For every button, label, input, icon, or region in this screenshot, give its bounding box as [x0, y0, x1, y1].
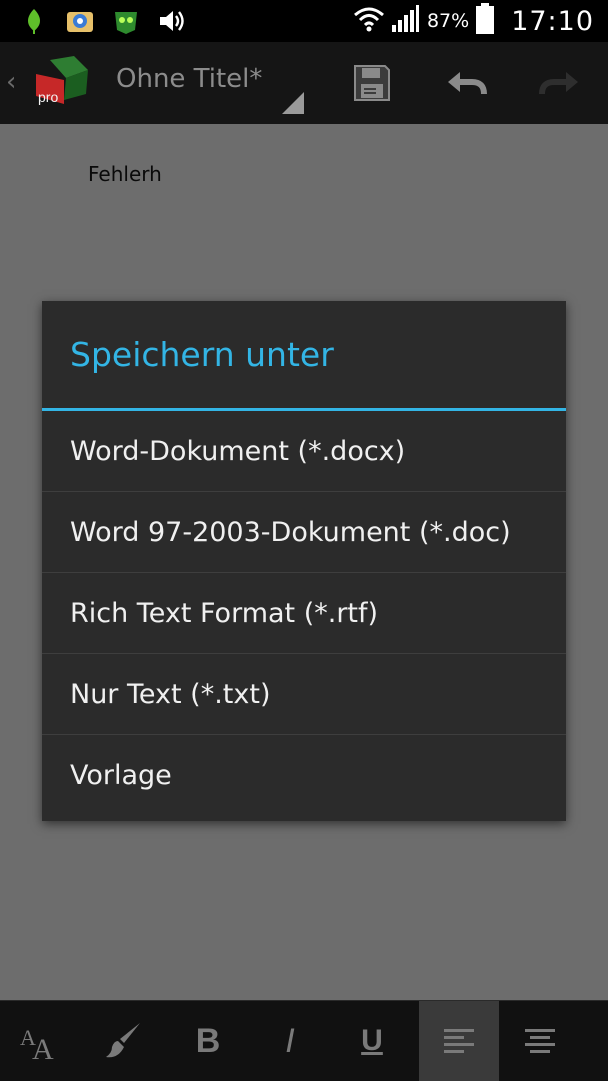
formatting-toolbar: A A B I U [0, 1000, 608, 1081]
volume-icon [156, 5, 188, 37]
title-dropdown-icon[interactable] [282, 92, 304, 114]
underline-button[interactable]: U [332, 1001, 412, 1081]
document-text: Fehlerh [88, 162, 162, 186]
back-chevron-icon[interactable]: ‹ [6, 67, 16, 97]
bold-icon: B [195, 1021, 221, 1060]
paint-brush-icon [106, 1023, 140, 1058]
undo-button[interactable] [438, 56, 494, 110]
underline-icon: U [361, 1024, 383, 1057]
undo-icon [448, 72, 487, 95]
logo-badge: pro [38, 89, 58, 105]
clock: 17:10 [511, 5, 594, 37]
document-title[interactable]: Ohne Titel* [116, 64, 262, 94]
photo-app-icon [64, 5, 96, 37]
redo-icon [539, 72, 578, 95]
dialog-title: Speichern unter [70, 335, 334, 374]
italic-button[interactable]: I [250, 1001, 330, 1081]
battery-percent: 87% [426, 10, 470, 32]
game-app-icon [110, 5, 142, 37]
font-size-button[interactable]: A A [0, 1001, 80, 1081]
action-bar: ‹ pro Ohne Titel* [0, 42, 608, 124]
leaf-icon [18, 5, 50, 37]
format-option-template[interactable]: Vorlage [42, 735, 566, 816]
save-as-dialog: Speichern unter Word-Dokument (*.docx) W… [42, 301, 566, 821]
format-option-txt[interactable]: Nur Text (*.txt) [42, 654, 566, 735]
italic-icon: I [285, 1021, 295, 1060]
format-option-doc[interactable]: Word 97-2003-Dokument (*.doc) [42, 492, 566, 573]
align-left-button[interactable] [419, 1001, 499, 1081]
redo-button[interactable] [532, 56, 588, 110]
format-painter-button[interactable] [84, 1001, 164, 1081]
format-option-docx[interactable]: Word-Dokument (*.docx) [42, 411, 566, 492]
font-size-icon: A A [20, 1025, 54, 1061]
align-center-icon [525, 1029, 555, 1053]
svg-text:A: A [32, 1033, 54, 1061]
wifi-icon [353, 4, 385, 38]
align-center-button[interactable] [500, 1001, 580, 1081]
save-button[interactable] [344, 56, 400, 110]
align-left-icon [444, 1029, 474, 1053]
app-logo[interactable]: pro [30, 52, 92, 114]
save-icon [354, 65, 390, 101]
battery-icon [475, 3, 495, 39]
format-option-rtf[interactable]: Rich Text Format (*.rtf) [42, 573, 566, 654]
format-list: Word-Dokument (*.docx) Word 97-2003-Doku… [42, 411, 566, 816]
bold-button[interactable]: B [168, 1001, 248, 1081]
signal-icon [391, 5, 419, 37]
status-bar: 87% 17:10 [0, 0, 608, 42]
